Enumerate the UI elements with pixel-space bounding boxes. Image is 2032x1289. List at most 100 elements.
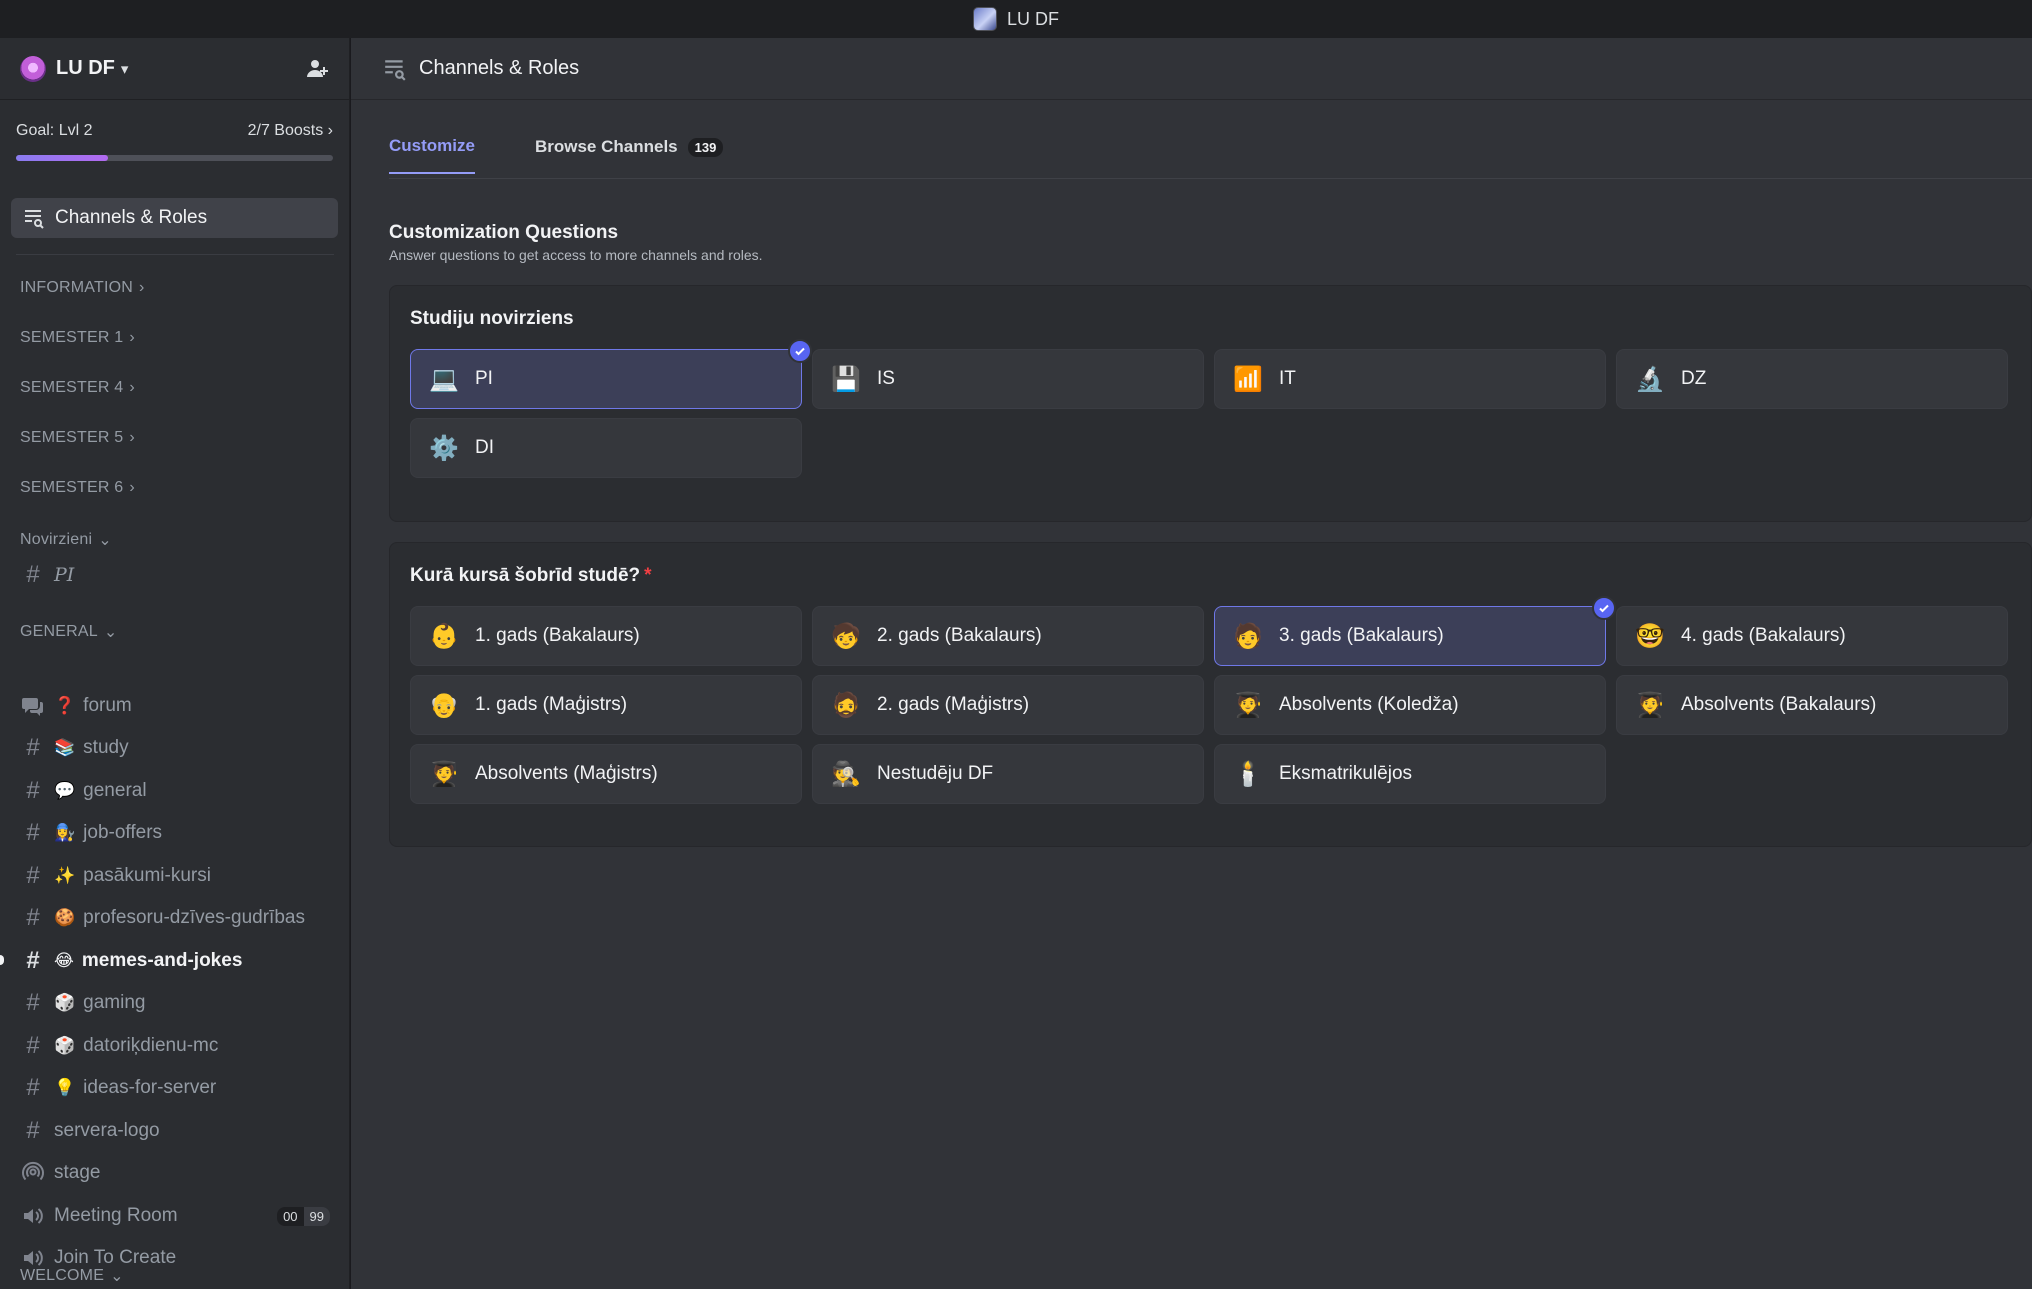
option-button[interactable]: 🧑 3. gads (Bakalaurs) bbox=[1214, 596, 1616, 666]
tab-customize[interactable]: Customize bbox=[389, 136, 475, 174]
channel-job-offers[interactable]: # 👩‍🔧 job-offers bbox=[20, 815, 340, 851]
channel-sidebar: LU DF ▾ Goal: Lvl 2 2/7 Boosts › Channel… bbox=[0, 38, 350, 1289]
category-semester-1[interactable]: SEMESTER 1 › bbox=[20, 329, 135, 347]
category-information[interactable]: INFORMATION › bbox=[20, 279, 145, 297]
hash-icon: # bbox=[26, 777, 40, 804]
option-emoji-icon: 🧑‍🎓 bbox=[429, 760, 459, 788]
option-button[interactable]: 🤓 4. gads (Bakalaurs) bbox=[1616, 606, 2008, 666]
chevron-right-icon: › bbox=[129, 479, 135, 496]
option-button[interactable]: 🧑‍🎓 Absolvents (Maģistrs) bbox=[410, 744, 802, 804]
option-emoji-icon: 💻 bbox=[429, 365, 459, 393]
option-button[interactable]: 🕵️ Nestudēju DF bbox=[812, 744, 1204, 804]
category-semester-6[interactable]: SEMESTER 6 › bbox=[20, 479, 135, 497]
chevron-down-icon: ⌄ bbox=[103, 624, 118, 641]
option-emoji-icon: 🧒 bbox=[831, 622, 861, 650]
category-general[interactable]: GENERAL ⌄ bbox=[20, 622, 117, 642]
channel-gaming[interactable]: # 🎲 gaming bbox=[20, 985, 340, 1021]
chevron-down-icon: ⌄ bbox=[98, 532, 112, 549]
server-header[interactable]: LU DF ▾ bbox=[0, 38, 349, 100]
channel-ideas-for-server[interactable]: # 💡 ideas-for-server bbox=[20, 1070, 340, 1106]
voice-count-current: 00 bbox=[277, 1206, 304, 1226]
category-welcome[interactable]: WELCOME ⌄ bbox=[20, 1266, 124, 1286]
option-button[interactable]: 👶 1. gads (Bakalaurs) bbox=[410, 606, 802, 666]
hash-icon: # bbox=[26, 1032, 40, 1059]
option-label: DI bbox=[475, 437, 494, 458]
category-semester-5[interactable]: SEMESTER 5 › bbox=[20, 429, 135, 447]
channel-count-badge: 139 bbox=[687, 137, 724, 157]
channel-stage[interactable]: stage bbox=[20, 1155, 340, 1191]
channels-roles-icon bbox=[385, 59, 406, 81]
channel-pi[interactable]: # PI bbox=[20, 557, 340, 593]
hash-icon: # bbox=[26, 734, 40, 761]
boost-count: 2/7 Boosts bbox=[247, 122, 324, 139]
option-button[interactable]: 💾 IS bbox=[812, 349, 1204, 409]
channel-name: ideas-for-server bbox=[83, 1077, 217, 1098]
channel-pasakumi-kursi[interactable]: # ✨ pasākumi-kursi bbox=[20, 858, 340, 894]
option-button[interactable]: 🧑‍🎓 Absolvents (Koledža) bbox=[1214, 675, 1606, 735]
option-emoji-icon: 🤓 bbox=[1635, 622, 1665, 650]
option-button[interactable]: ⚙️ DI bbox=[410, 418, 802, 478]
channel-profesoru[interactable]: # 🍪 profesoru-dzīves-gudrības bbox=[20, 900, 340, 936]
option-emoji-icon: 🕯️ bbox=[1233, 760, 1263, 788]
channel-general[interactable]: # 💬 general bbox=[20, 773, 340, 809]
option-button[interactable]: 🕯️ Eksmatrikulējos bbox=[1214, 744, 1606, 804]
channel-forum[interactable]: ❓ forum bbox=[20, 688, 340, 724]
option-label: 4. gads (Bakalaurs) bbox=[1681, 625, 1846, 646]
hash-icon: # bbox=[26, 819, 40, 846]
required-asterisk: * bbox=[644, 565, 652, 586]
channel-name: profesoru-dzīves-gudrības bbox=[83, 907, 305, 928]
hash-icon: # bbox=[26, 947, 40, 974]
boost-count-link[interactable]: 2/7 Boosts › bbox=[248, 122, 333, 140]
channel-name: job-offers bbox=[83, 822, 163, 843]
channel-name: pasākumi-kursi bbox=[83, 865, 211, 886]
channel-meeting-room[interactable]: Meeting Room 00 99 bbox=[20, 1198, 340, 1234]
chevron-down-icon: ⌄ bbox=[110, 1268, 124, 1285]
option-button[interactable]: 📶 IT bbox=[1214, 349, 1606, 409]
option-button[interactable]: 👴 1. gads (Maģistrs) bbox=[410, 675, 802, 735]
category-label: Novirzieni bbox=[20, 531, 93, 548]
option-button[interactable]: 💻 PI bbox=[410, 339, 812, 409]
category-semester-4[interactable]: SEMESTER 4 › bbox=[20, 379, 135, 397]
channel-emoji: 📚 bbox=[54, 738, 76, 757]
option-emoji-icon: 👴 bbox=[429, 691, 459, 719]
channels-roles-icon bbox=[25, 210, 44, 229]
channel-memes-and-jokes[interactable]: # 😂 memes-and-jokes bbox=[20, 943, 340, 979]
channel-emoji: ❓ bbox=[54, 696, 76, 715]
server-name[interactable]: LU DF bbox=[56, 57, 115, 80]
tab-label: Browse Channels bbox=[534, 137, 678, 156]
option-emoji-icon: 🔬 bbox=[1635, 365, 1665, 393]
option-emoji-icon: 🕵️ bbox=[831, 760, 861, 788]
window-titlebar: LU DF bbox=[0, 0, 2032, 38]
option-label: 1. gads (Bakalaurs) bbox=[475, 625, 640, 646]
hash-icon: # bbox=[26, 561, 40, 588]
option-emoji-icon: 🧑‍🎓 bbox=[1233, 691, 1263, 719]
question-card-studiju-novirziens: Studiju novirziens 💻 PI 💾 IS 📶 IT 🔬 DZ ⚙️ DI bbox=[389, 285, 2032, 522]
option-emoji-icon: 🧑 bbox=[1233, 622, 1263, 650]
speaker-icon bbox=[20, 1204, 46, 1228]
invite-people-button[interactable] bbox=[303, 55, 331, 83]
channel-datoriku-mc[interactable]: # 🎲 datoriķdienu-mc bbox=[20, 1028, 340, 1064]
option-emoji-icon: 🧔 bbox=[831, 691, 861, 719]
add-person-icon bbox=[307, 59, 328, 77]
option-button[interactable]: 🧒 2. gads (Bakalaurs) bbox=[812, 606, 1204, 666]
channel-study[interactable]: # 📚 study bbox=[20, 730, 340, 766]
channel-servera-logo[interactable]: # servera-logo bbox=[20, 1113, 340, 1149]
category-label: SEMESTER 1 bbox=[20, 329, 124, 346]
checkmark-icon bbox=[1592, 596, 1616, 620]
option-label: DZ bbox=[1681, 368, 1707, 389]
option-emoji-icon: 📶 bbox=[1233, 365, 1263, 393]
tab-label: Customize bbox=[389, 136, 475, 155]
section-title: Customization Questions bbox=[389, 222, 619, 243]
category-novirzieni[interactable]: Novirzieni ⌄ bbox=[20, 530, 112, 550]
chevron-down-icon[interactable]: ▾ bbox=[121, 60, 129, 78]
question-title-text: Kurā kursā šobrīd studē? bbox=[410, 565, 641, 586]
option-label: Absolvents (Koledža) bbox=[1279, 694, 1459, 715]
option-button[interactable]: 🔬 DZ bbox=[1616, 349, 2008, 409]
nav-channels-roles[interactable]: Channels & Roles bbox=[11, 198, 338, 238]
option-button[interactable]: 🧑‍🎓 Absolvents (Bakalaurs) bbox=[1616, 675, 2008, 735]
tab-divider bbox=[389, 178, 2032, 179]
channel-emoji: 🎲 bbox=[54, 993, 76, 1012]
channel-emoji: 👩‍🔧 bbox=[54, 823, 76, 842]
option-button[interactable]: 🧔 2. gads (Maģistrs) bbox=[812, 675, 1204, 735]
tab-browse-channels[interactable]: Browse Channels 139 bbox=[534, 136, 724, 174]
